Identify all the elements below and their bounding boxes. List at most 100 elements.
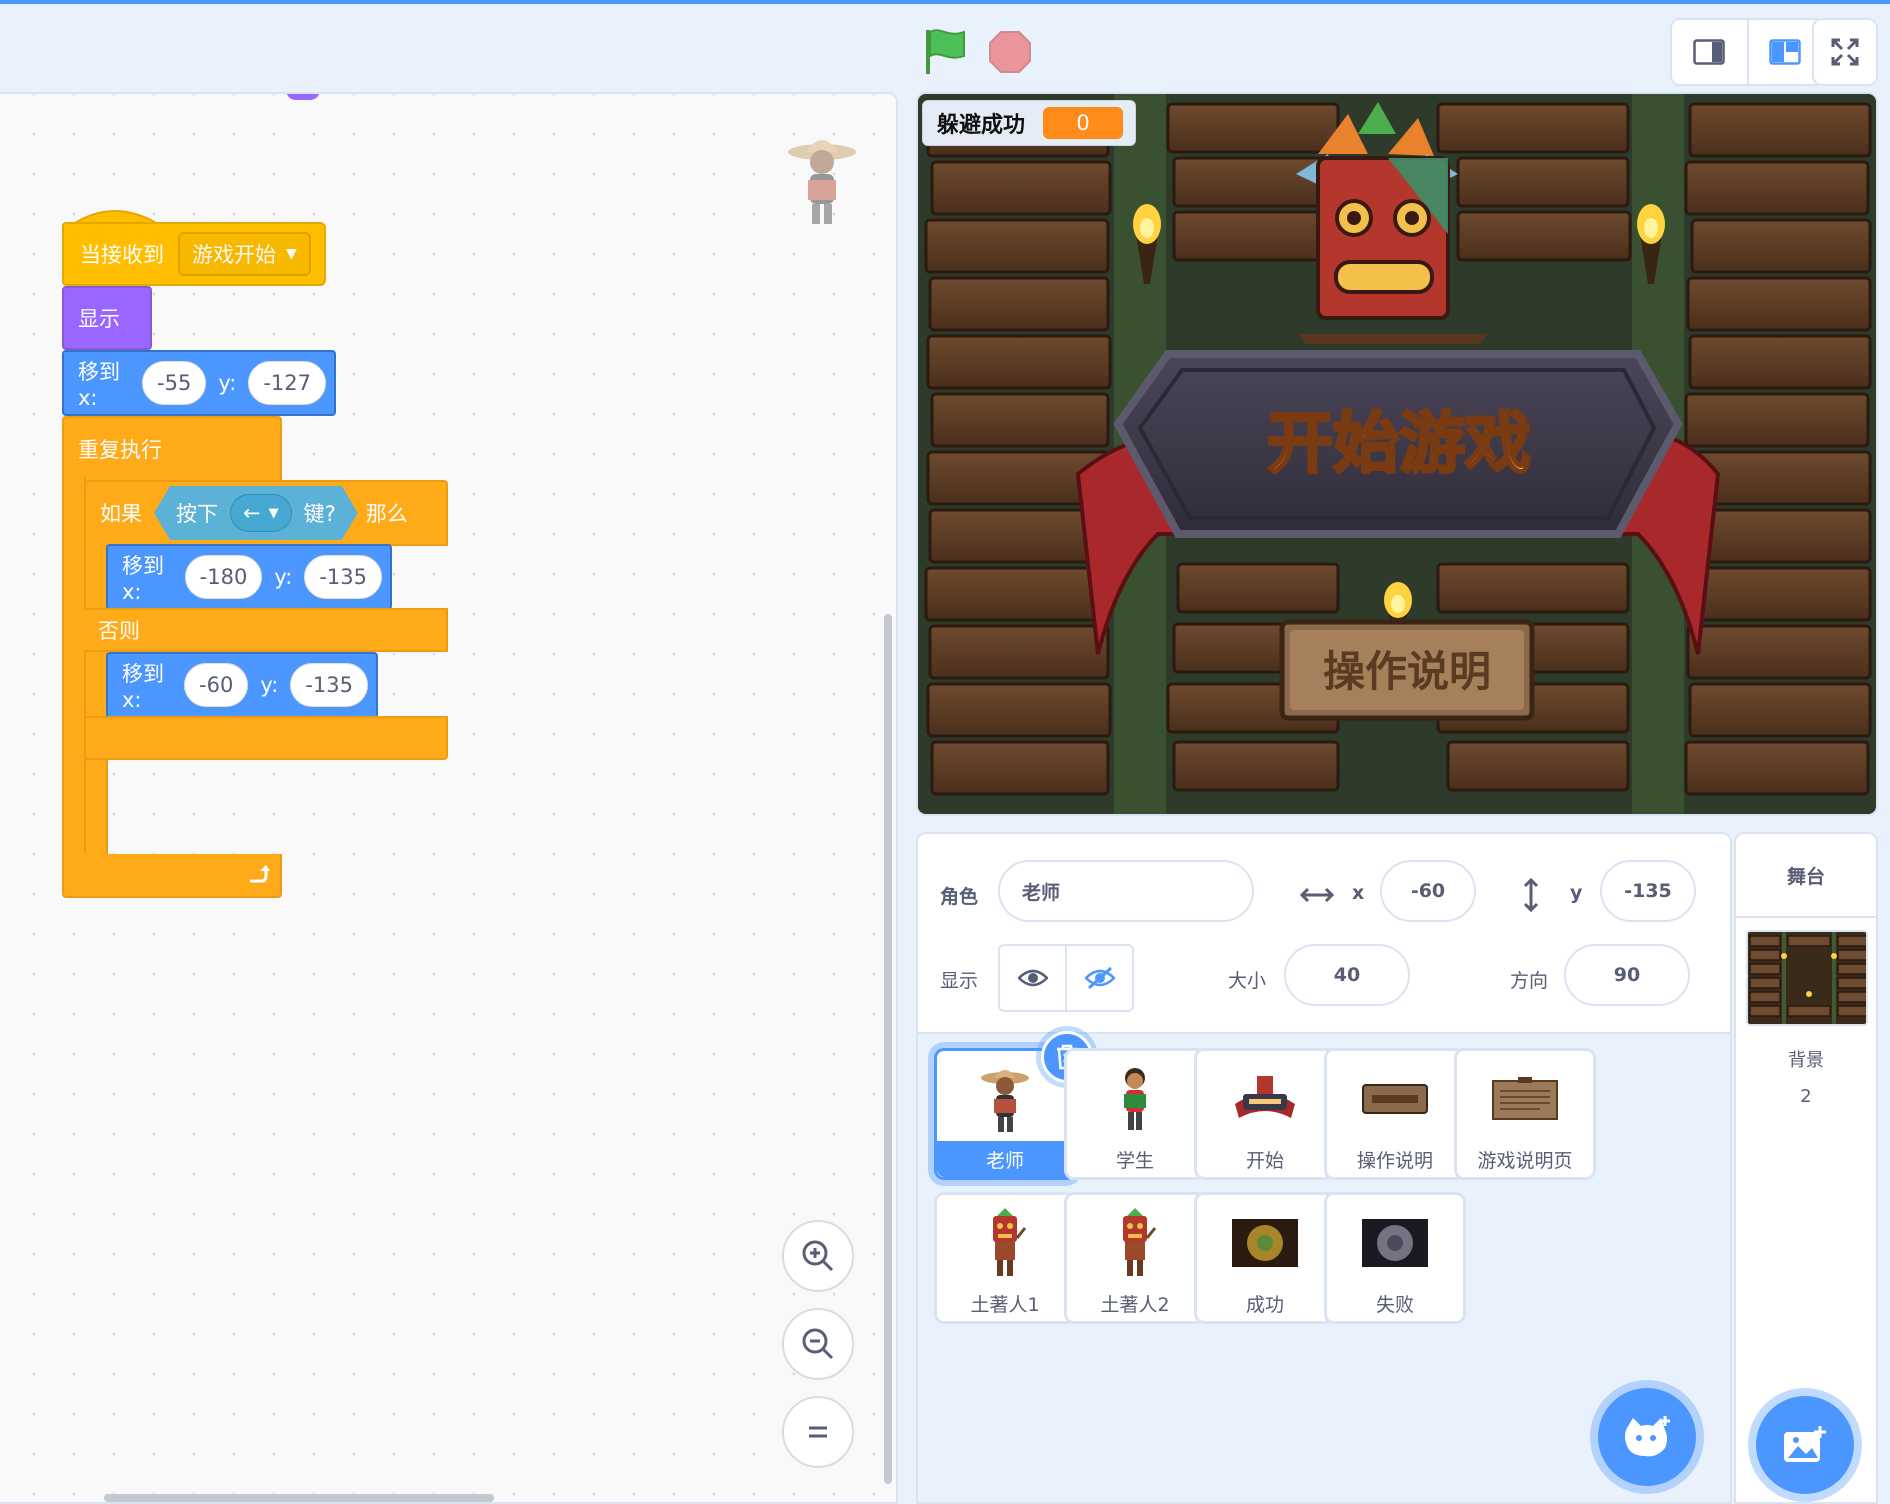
backdrop-thumbnail [1746,930,1868,1026]
goto-xy-block-2[interactable]: 移到 x: -180 y: -135 [106,544,392,610]
sprite-list: 老师 学生 开始 操作说明 游戏说明页 土著人1 土著人2 成功 失败 [918,1031,1730,1502]
sprite-tile-instructions[interactable]: 操作说明 [1324,1048,1466,1180]
sprite-name-value: 老师 [1022,881,1061,904]
if-arm [84,544,108,854]
key-dropdown[interactable]: ← ▼ [230,494,292,532]
zoom-in-button[interactable] [782,1220,854,1292]
zoom-reset-icon [809,1426,827,1438]
goto-xy-block-1[interactable]: 移到 x: -55 y: -127 [62,350,336,416]
y-label: y: [274,565,293,589]
eye-icon [1017,969,1048,987]
add-sprite-cat-icon [1625,1416,1670,1457]
sprite-name: 学生 [1115,1149,1154,1172]
sprite-name: 土著人2 [1100,1293,1170,1316]
code-workspace[interactable]: 当接收到 游戏开始 ▼ 显示 移到 x: -55 y: -127 重复执行 如果 … [0,92,898,1504]
fullscreen-icon [1831,38,1859,66]
sprite-tile-failure[interactable]: 失败 [1324,1192,1466,1324]
sprite-thumbnail [1225,1203,1305,1283]
sprite-info-panel: 角色 老师 x -60 y -135 显示 大小 40 方向 90 [918,834,1730,1034]
fullscreen-button[interactable] [1812,18,1878,86]
stage-target-pane[interactable]: 舞台 背景 2 [1734,832,1878,1504]
show-sprite-button[interactable] [1000,946,1065,1010]
y-input[interactable]: -127 [248,361,326,405]
message-dropdown[interactable]: 游戏开始 ▼ [178,232,311,276]
stop-icon[interactable] [988,30,1032,74]
stage-pane-title: 舞台 [1736,834,1876,918]
x-input[interactable]: -180 [184,555,263,599]
sprite-name: 开始 [1245,1149,1284,1172]
direction-value: 90 [1613,964,1641,986]
zoom-out-button[interactable] [782,1308,854,1380]
sprite-tile-native-2[interactable]: 土著人2 [1064,1192,1206,1324]
sprite-tile-game-instructions-page[interactable]: 游戏说明页 [1454,1048,1596,1180]
if-else-block[interactable]: 如果 按下 ← ▼ 键? 那么 [84,480,448,546]
show-block-label: 显示 [78,307,120,331]
y-arrows-icon [1523,878,1539,912]
small-stage-icon [1693,39,1726,65]
sprite-name-input[interactable]: 老师 [998,860,1254,922]
else-label: 否则 [98,619,140,643]
forever-block[interactable]: 重复执行 [62,416,282,480]
large-stage-icon [1769,39,1802,65]
x-position-input[interactable]: -60 [1380,860,1476,922]
native1-sprite-icon [993,1208,1027,1276]
y-input[interactable]: -135 [304,555,382,599]
stage-title-text: 开始游戏 [1267,405,1531,482]
hide-sprite-button[interactable] [1065,946,1132,1010]
sprite-tile-native-1[interactable]: 土著人1 [934,1192,1076,1324]
x-label: x [1352,882,1365,904]
x-input[interactable]: -55 [142,361,207,405]
sprite-thumbnail [965,1059,1045,1139]
sprite-tile-success[interactable]: 成功 [1194,1192,1336,1324]
key-pressed-label: 按下 [176,502,218,526]
sprite-name: 成功 [1245,1293,1284,1316]
x-input[interactable]: -60 [184,663,249,707]
forever-arm [62,478,86,858]
sprite-name-label: 角色 [940,886,979,908]
goto-xy-block-3[interactable]: 移到 x: -60 y: -135 [106,652,378,718]
zoom-reset-button[interactable] [782,1396,854,1468]
vertical-scrollbar[interactable] [884,614,892,1484]
stage-button-text: 操作说明 [1323,647,1491,696]
y-input[interactable]: -135 [290,663,368,707]
show-label: 显示 [940,970,979,992]
sprite-name: 土著人1 [970,1293,1040,1316]
choose-backdrop-button[interactable] [1756,1396,1854,1494]
key-value: ← [243,501,261,525]
choose-sprite-button[interactable] [1598,1388,1696,1486]
add-backdrop-icon [1784,1426,1826,1462]
x-position-value: -60 [1410,880,1446,902]
sprite-thumbnail [965,1203,1045,1283]
instructions-page-sprite-icon [1492,1077,1558,1120]
key-pressed-block[interactable]: 按下 ← ▼ 键? [154,486,358,540]
failure-sprite-icon [1362,1219,1428,1267]
direction-input[interactable]: 90 [1564,944,1690,1006]
monitor-value: 0 [1043,107,1124,139]
sprite-name: 失败 [1375,1293,1414,1316]
green-flag-icon[interactable] [922,26,968,78]
small-stage-button[interactable] [1672,20,1747,84]
large-stage-button[interactable] [1746,20,1822,84]
show-block[interactable]: 显示 [62,286,152,350]
when-i-receive-block[interactable]: 当接收到 游戏开始 ▼ [62,222,326,286]
sprite-thumbnail [1095,1203,1175,1283]
sprite-tile-student[interactable]: 学生 [1064,1048,1206,1180]
y-label: y: [260,673,279,697]
offscreen-block-tail [286,94,320,100]
sprite-tile-start[interactable]: 开始 [1194,1048,1336,1180]
y-position-input[interactable]: -135 [1600,860,1696,922]
y-position-value: -135 [1624,880,1672,902]
zoom-out-icon [802,1328,834,1360]
horizontal-scrollbar[interactable] [104,1494,494,1502]
eye-slash-icon [1084,966,1115,990]
direction-label: 方向 [1510,970,1549,992]
stage[interactable]: 开始游戏 操作说明 躲避成功 0 [916,92,1878,816]
forever-label: 重复执行 [78,438,162,462]
dropdown-caret-icon: ▼ [286,246,297,262]
sprite-thumbnail [1225,1059,1305,1139]
backdrop-preview-icon [1748,932,1866,1024]
size-input[interactable]: 40 [1284,944,1410,1006]
sprite-tile-teacher[interactable]: 老师 [934,1031,1093,1180]
backdrops-label: 背景 [1788,1050,1824,1071]
sprite-thumbnail [1485,1059,1565,1139]
